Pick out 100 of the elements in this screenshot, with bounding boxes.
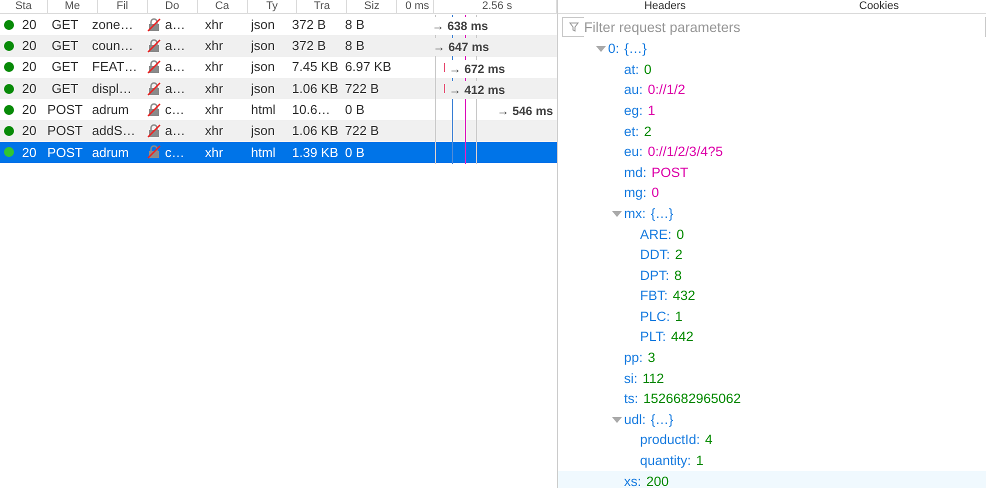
property-value: 8 bbox=[674, 266, 682, 285]
property-name: quantity: bbox=[640, 452, 692, 470]
status-code: 20 bbox=[22, 80, 38, 98]
property-value: 112 bbox=[642, 370, 664, 388]
property-value: 200 bbox=[646, 472, 669, 488]
insecure-lock-icon bbox=[147, 124, 161, 138]
transferred-size: 1.39 KB bbox=[292, 144, 340, 162]
content-size: 0 B bbox=[345, 144, 366, 162]
property-name: PLC: bbox=[640, 308, 670, 326]
status-code: 20 bbox=[22, 101, 38, 120]
property-name: et: bbox=[624, 122, 640, 141]
property-value: 1 bbox=[648, 102, 656, 120]
property-value: {…} bbox=[650, 204, 674, 223]
request-row[interactable]: 20 GET FEAT… a… xhr json 7.45 KB 6.97 KB → 672 ms bbox=[0, 56, 557, 78]
property-value: 0 bbox=[644, 60, 652, 79]
timing-tick-icon bbox=[444, 62, 445, 72]
property-value: 0 bbox=[652, 184, 660, 202]
column-header[interactable]: Ca bbox=[215, 0, 230, 12]
twisty-icon[interactable] bbox=[612, 211, 622, 218]
domain-text: a… bbox=[165, 37, 186, 56]
file-name: adrum bbox=[92, 101, 130, 120]
status-dot-icon bbox=[4, 62, 14, 72]
property-name: au: bbox=[624, 81, 643, 100]
filter-icon bbox=[569, 22, 579, 32]
property-name: eu: bbox=[624, 143, 643, 162]
cause-text: xhr bbox=[205, 16, 224, 34]
status-code: 20 bbox=[22, 37, 38, 56]
selected-tree-row[interactable]: xs: 200 bbox=[558, 471, 986, 488]
domain-text: c… bbox=[165, 144, 186, 162]
cause-text: xhr bbox=[205, 58, 224, 76]
property-value: POST bbox=[652, 164, 688, 182]
property-value: 1 bbox=[675, 308, 683, 326]
property-name: si: bbox=[624, 370, 638, 388]
insecure-lock-icon bbox=[147, 60, 161, 74]
method-text: GET bbox=[50, 58, 80, 76]
insecure-lock-icon bbox=[147, 82, 161, 96]
timing-label: → 412 ms bbox=[448, 80, 506, 99]
property-name: DPT: bbox=[640, 266, 670, 285]
transferred-size: 372 B bbox=[292, 16, 327, 34]
column-header[interactable]: Tra bbox=[314, 0, 330, 12]
method-text: GET bbox=[50, 37, 80, 56]
property-value: 4 bbox=[705, 431, 713, 450]
transferred-size: 7.45 KB bbox=[292, 58, 340, 76]
insecure-lock-icon bbox=[147, 145, 161, 160]
request-row[interactable]: 20 POST addS… a… xhr json 1.06 KB 722 B bbox=[0, 120, 557, 142]
method-text: POST bbox=[46, 122, 84, 140]
property-value: {…} bbox=[650, 410, 674, 429]
twisty-icon[interactable] bbox=[596, 46, 606, 52]
status-dot-icon bbox=[4, 147, 14, 158]
tab[interactable]: Headers bbox=[644, 0, 686, 13]
request-row[interactable]: 20 POST adrum c… xhr html 1.39 KB 0 B bbox=[0, 142, 557, 164]
domain-text: a… bbox=[165, 58, 186, 76]
domain-text: a… bbox=[165, 122, 186, 140]
file-name: displ… bbox=[92, 80, 133, 98]
property-name: xs: bbox=[624, 472, 642, 488]
property-name: pp: bbox=[624, 349, 643, 368]
content-size: 6.97 KB bbox=[345, 58, 392, 76]
property-value: 3 bbox=[648, 349, 656, 368]
type-text: html bbox=[251, 144, 277, 162]
domain-text: a… bbox=[165, 16, 186, 34]
column-header[interactable]: Siz bbox=[364, 0, 380, 12]
property-value: 2 bbox=[644, 122, 652, 141]
type-text: json bbox=[251, 122, 276, 140]
file-name: zone… bbox=[92, 16, 134, 34]
cause-text: xhr bbox=[205, 122, 224, 140]
cause-text: xhr bbox=[205, 101, 224, 120]
content-size: 0 B bbox=[345, 101, 366, 120]
type-text: json bbox=[251, 37, 276, 56]
twisty-icon[interactable] bbox=[612, 416, 622, 423]
column-header[interactable]: Ty bbox=[266, 0, 278, 12]
column-header[interactable]: Me bbox=[64, 0, 80, 12]
property-name: productId: bbox=[640, 431, 700, 450]
type-text: json bbox=[251, 58, 276, 76]
request-row[interactable]: 20 GET zone… a… xhr json 372 B 8 B → 638 ms bbox=[0, 14, 557, 36]
domain-text: a… bbox=[165, 80, 186, 98]
column-header[interactable]: 2.56 s bbox=[478, 0, 512, 12]
file-name: coun… bbox=[92, 37, 134, 56]
property-name: ARE: bbox=[640, 226, 672, 244]
insecure-lock-icon bbox=[147, 18, 161, 32]
property-value: {…} bbox=[624, 40, 647, 58]
property-value: 432 bbox=[672, 287, 696, 306]
column-header[interactable]: Sta bbox=[15, 0, 32, 12]
type-text: json bbox=[251, 16, 276, 34]
filter-field[interactable]: Filter request parameters bbox=[562, 17, 986, 37]
transferred-size: 10.6… bbox=[292, 101, 332, 120]
status-dot-icon bbox=[4, 104, 14, 115]
property-value: 442 bbox=[671, 328, 694, 346]
column-header[interactable]: Do bbox=[165, 0, 180, 12]
status-code: 20 bbox=[22, 122, 38, 140]
tab[interactable]: Cookies bbox=[859, 0, 899, 13]
request-row[interactable]: 20 POST adrum c… xhr html 10.6… 0 B → 546 ms bbox=[0, 99, 557, 120]
column-header[interactable]: Fil bbox=[116, 0, 128, 12]
column-header[interactable]: 0 ms bbox=[401, 0, 430, 12]
request-row[interactable]: 20 GET displ… a… xhr json 1.06 KB 722 B → 412 ms bbox=[0, 78, 557, 100]
status-code: 20 bbox=[22, 16, 38, 34]
property-name: udl: bbox=[624, 410, 646, 429]
file-name: addS… bbox=[92, 122, 136, 140]
request-row[interactable]: 20 GET coun… a… xhr json 372 B 8 B → 647 ms bbox=[0, 35, 557, 57]
method-text: GET bbox=[50, 16, 80, 34]
timing-label: → 647 ms bbox=[432, 38, 490, 56]
